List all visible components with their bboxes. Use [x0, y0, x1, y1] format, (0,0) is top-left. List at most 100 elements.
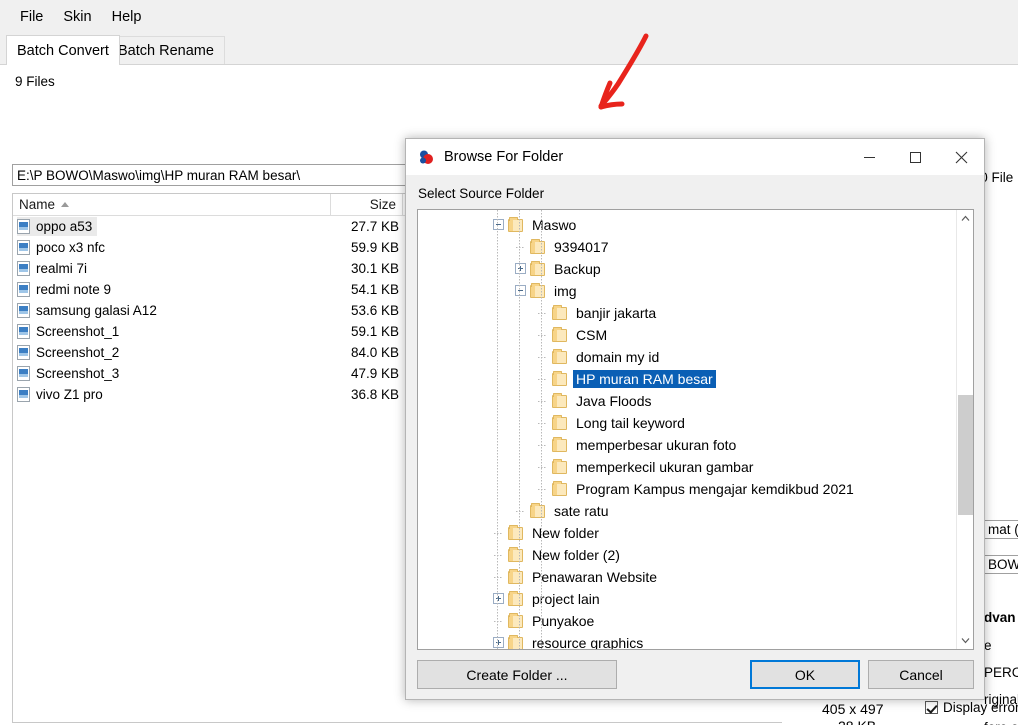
folder-icon	[508, 612, 523, 628]
file-name-cell: samsung galasi A12	[17, 301, 162, 320]
tree-toggle	[534, 324, 552, 346]
tree-guide-line	[516, 247, 525, 248]
browse-for-folder-dialog: Browse For Folder Select Source Folder M…	[405, 138, 985, 700]
dialog-subtitle: Select Source Folder	[418, 186, 545, 201]
output-settings-panel: mat (* BOWO dvan e PERC riginal fore o	[984, 460, 1018, 725]
folder-icon	[552, 414, 567, 430]
folder-icon	[530, 502, 545, 518]
file-size-cell: 59.9 KB	[350, 240, 399, 255]
file-size-cell: 47.9 KB	[350, 366, 399, 381]
output-format-field[interactable]: mat (*	[984, 520, 1018, 539]
folder-icon	[530, 282, 545, 298]
tree-toggle[interactable]	[490, 588, 508, 610]
files-count-label: 9 Files	[15, 74, 55, 89]
collapse-icon[interactable]	[493, 219, 504, 230]
tree-toggle	[534, 434, 552, 456]
column-header-name[interactable]: Name	[13, 194, 331, 215]
display-error-checkbox[interactable]: Display error	[925, 700, 1018, 715]
tree-toggle	[534, 412, 552, 434]
create-folder-button[interactable]: Create Folder ...	[417, 660, 617, 689]
tree-item-label: 9394017	[554, 239, 609, 255]
tree-guide-line	[538, 335, 547, 336]
dialog-window-buttons	[846, 139, 984, 175]
tree-toggle[interactable]	[490, 214, 508, 236]
menu-item-skin[interactable]: Skin	[53, 5, 101, 29]
expand-icon[interactable]	[493, 593, 504, 604]
cancel-button[interactable]: Cancel	[868, 660, 974, 689]
dialog-footer: Create Folder ... OK Cancel	[406, 651, 984, 699]
folder-icon	[552, 348, 567, 364]
image-file-icon	[17, 240, 30, 255]
column-header-name-label: Name	[19, 197, 56, 212]
tree-guide-line	[494, 621, 503, 622]
tree-toggle[interactable]	[512, 258, 530, 280]
tree-item-label: Punyakoe	[532, 613, 595, 629]
scrollbar-thumb[interactable]	[958, 395, 973, 515]
tree-guide-line	[538, 467, 547, 468]
file-size-cell: 54.1 KB	[350, 282, 399, 297]
column-header-size[interactable]: Size	[331, 194, 403, 215]
tree-toggle	[512, 500, 530, 522]
minimize-icon[interactable]	[846, 139, 892, 175]
tree-item-label: sate ratu	[554, 503, 609, 519]
file-name-label: Screenshot_2	[36, 345, 120, 360]
option-fragment-1: e	[984, 638, 992, 653]
tree-toggle	[490, 522, 508, 544]
application-window: File Skin Help Batch Convert Batch Renam…	[0, 0, 1018, 725]
tree-guide-line	[538, 489, 547, 490]
tree-item-label: Java Floods	[576, 393, 652, 409]
dialog-title-text: Browse For Folder	[444, 149, 564, 165]
output-folder-field[interactable]: BOWO	[984, 555, 1018, 574]
display-error-label: Display error	[943, 700, 1018, 715]
folder-icon	[552, 370, 567, 386]
file-name-cell: oppo a53	[17, 217, 98, 236]
folder-icon	[552, 480, 567, 496]
image-dimensions-label: 405 x 497	[822, 701, 884, 717]
tab-batch-convert[interactable]: Batch Convert	[6, 35, 120, 65]
tree-item-label: HP muran RAM besar	[573, 370, 716, 388]
tree-guide-line	[538, 379, 547, 380]
maximize-icon[interactable]	[892, 139, 938, 175]
file-size-cell: 30.1 KB	[350, 261, 399, 276]
tree-guide-line	[538, 401, 547, 402]
checkbox-icon	[925, 701, 938, 714]
dialog-title-bar[interactable]: Browse For Folder	[406, 139, 984, 175]
menu-item-help[interactable]: Help	[102, 5, 152, 29]
sort-ascending-icon	[61, 202, 70, 207]
scroll-down-icon[interactable]	[957, 632, 973, 649]
file-name-label: oppo a53	[36, 219, 93, 234]
close-icon[interactable]	[938, 139, 984, 175]
menu-item-file[interactable]: File	[10, 5, 53, 29]
file-name-cell: vivo Z1 pro	[17, 385, 108, 404]
tree-toggle	[512, 236, 530, 258]
collapse-icon[interactable]	[515, 285, 526, 296]
tree-toggle[interactable]	[512, 280, 530, 302]
folder-tree-scrollbar[interactable]	[956, 210, 973, 649]
file-name-label: realmi 7i	[36, 261, 88, 276]
tree-item-label: Program Kampus mengajar kemdikbud 2021	[576, 481, 854, 497]
scroll-up-icon[interactable]	[957, 210, 973, 227]
tree-toggle	[534, 346, 552, 368]
expand-icon[interactable]	[515, 263, 526, 274]
tree-toggle	[490, 566, 508, 588]
tree-guide-line	[538, 423, 547, 424]
folder-icon	[508, 634, 523, 649]
file-name-label: Screenshot_3	[36, 366, 120, 381]
folder-icon	[508, 546, 523, 562]
folder-icon	[552, 458, 567, 474]
tree-toggle[interactable]	[490, 632, 508, 649]
app-logo-icon	[418, 149, 435, 166]
tree-guide-line	[541, 210, 542, 649]
tree-toggle	[490, 544, 508, 566]
option-before-label: fore o	[984, 720, 1018, 725]
tab-batch-rename[interactable]: Batch Rename	[107, 36, 225, 65]
file-name-cell: poco x3 nfc	[17, 238, 110, 257]
image-file-icon	[17, 324, 30, 339]
ok-button[interactable]: OK	[750, 660, 860, 689]
tree-guide-line	[538, 445, 547, 446]
expand-icon[interactable]	[493, 637, 504, 648]
folder-tree-nodes: Maswo 9394017 Backup img banjir jakarta CSM do…	[418, 210, 951, 649]
tree-guide-line	[494, 555, 503, 556]
option-percent-label: PERC	[984, 665, 1018, 680]
image-file-icon	[17, 345, 30, 360]
